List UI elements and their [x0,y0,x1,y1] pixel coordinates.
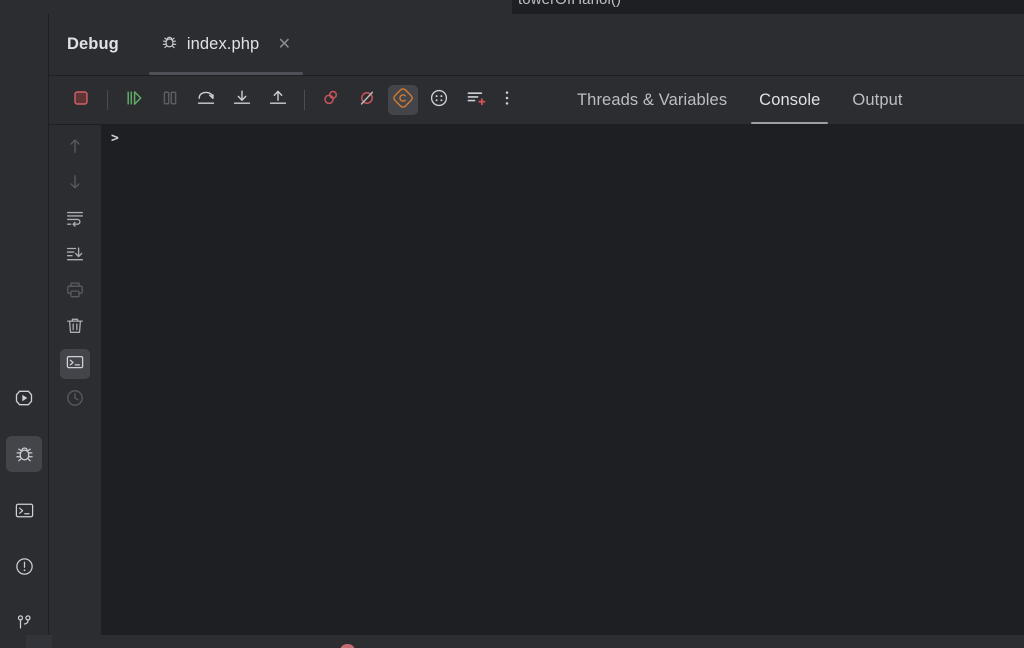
status-bar-segment-left [0,635,25,648]
clock-icon [65,388,85,413]
editor-sliver-gutter [48,0,512,14]
tab-threads-variables[interactable]: Threads & Variables [561,76,743,124]
debug-toolbar: Threads & Variables Console Output [49,76,1024,125]
soft-wrap-icon [65,208,85,233]
mute-breakpoints-button[interactable] [352,85,382,115]
pause-icon [159,87,181,114]
printer-icon [65,280,85,305]
clipped-code-text: towerOfHanoi() [518,0,621,8]
status-bar-segment-right [53,635,1024,648]
session-tab-index-php[interactable]: index.php ✕ [147,14,305,75]
dots-circle-icon [428,87,450,114]
vertical-ellipsis-icon [498,88,516,113]
console-prompt-glyph: > [111,131,119,146]
scroll-to-end-icon [65,244,85,269]
terminal-icon [14,500,35,521]
step-into-icon [231,87,253,114]
main-body: Debug index.php ✕ Threads & Variables Co… [0,14,1024,635]
git-branch-icon [14,612,35,633]
settings-dots-button[interactable] [424,85,454,115]
terminal-icon [65,352,85,377]
history-button[interactable] [60,385,90,415]
tool-window-bar [0,14,49,635]
session-tab-label: index.php [186,35,260,53]
console-output[interactable]: > [102,125,1024,635]
sidebar-item-run[interactable] [6,380,42,416]
console-toggle-button[interactable] [60,349,90,379]
bug-icon [14,444,35,465]
next-occurrence-button[interactable] [60,169,90,199]
breakpoints-icon [320,87,342,114]
debug-header: Debug index.php ✕ [49,14,1024,76]
mute-breakpoints-icon [356,87,378,114]
step-over-button[interactable] [191,85,221,115]
tab-console[interactable]: Console [743,76,836,124]
bug-icon [161,34,178,56]
ide-window: towerOfHanoi() [0,0,1024,648]
listen-php-debug-button[interactable] [388,85,418,115]
print-button[interactable] [60,277,90,307]
toolbar-separator [304,90,305,110]
status-bar-segment-mid [26,635,52,648]
debug-toolbar-buttons [49,85,517,115]
debug-view-tabs: Threads & Variables Console Output [561,76,919,124]
add-to-watches-button[interactable] [460,85,490,115]
exclamation-circle-icon [14,556,35,577]
editor-sliver-left-pad [0,0,48,14]
stop-button[interactable] [66,85,96,115]
pause-button[interactable] [155,85,185,115]
arrow-down-icon [65,172,85,197]
close-icon[interactable]: ✕ [277,36,291,53]
step-over-icon [195,87,217,114]
step-out-button[interactable] [263,85,293,115]
resume-icon [123,87,145,114]
editor-sliver: towerOfHanoi() [0,0,1024,14]
add-watch-icon [464,87,486,114]
php-listen-diamond-icon [392,87,414,114]
debug-window-title: Debug [67,35,119,53]
run-hexagon-icon [14,388,34,408]
stop-square-icon [70,87,92,114]
view-breakpoints-button[interactable] [316,85,346,115]
step-into-button[interactable] [227,85,257,115]
sidebar-item-problems[interactable] [6,548,42,584]
resume-button[interactable] [119,85,149,115]
arrow-up-icon [65,136,85,161]
sidebar-item-debug[interactable] [6,436,42,472]
toolbar-separator [107,90,108,110]
console-area: > [49,125,1024,635]
session-tab-underline [148,72,304,75]
sidebar-item-terminal[interactable] [6,492,42,528]
scroll-to-end-button[interactable] [60,241,90,271]
soft-wrap-button[interactable] [60,205,90,235]
status-bar [0,635,1024,648]
more-options-button[interactable] [497,85,517,115]
console-sidebar [49,125,102,635]
step-out-icon [267,87,289,114]
tab-output[interactable]: Output [836,76,918,124]
previous-occurrence-button[interactable] [60,133,90,163]
trash-icon [65,316,85,341]
debug-tool-window: Debug index.php ✕ Threads & Variables Co… [49,14,1024,635]
clear-all-button[interactable] [60,313,90,343]
